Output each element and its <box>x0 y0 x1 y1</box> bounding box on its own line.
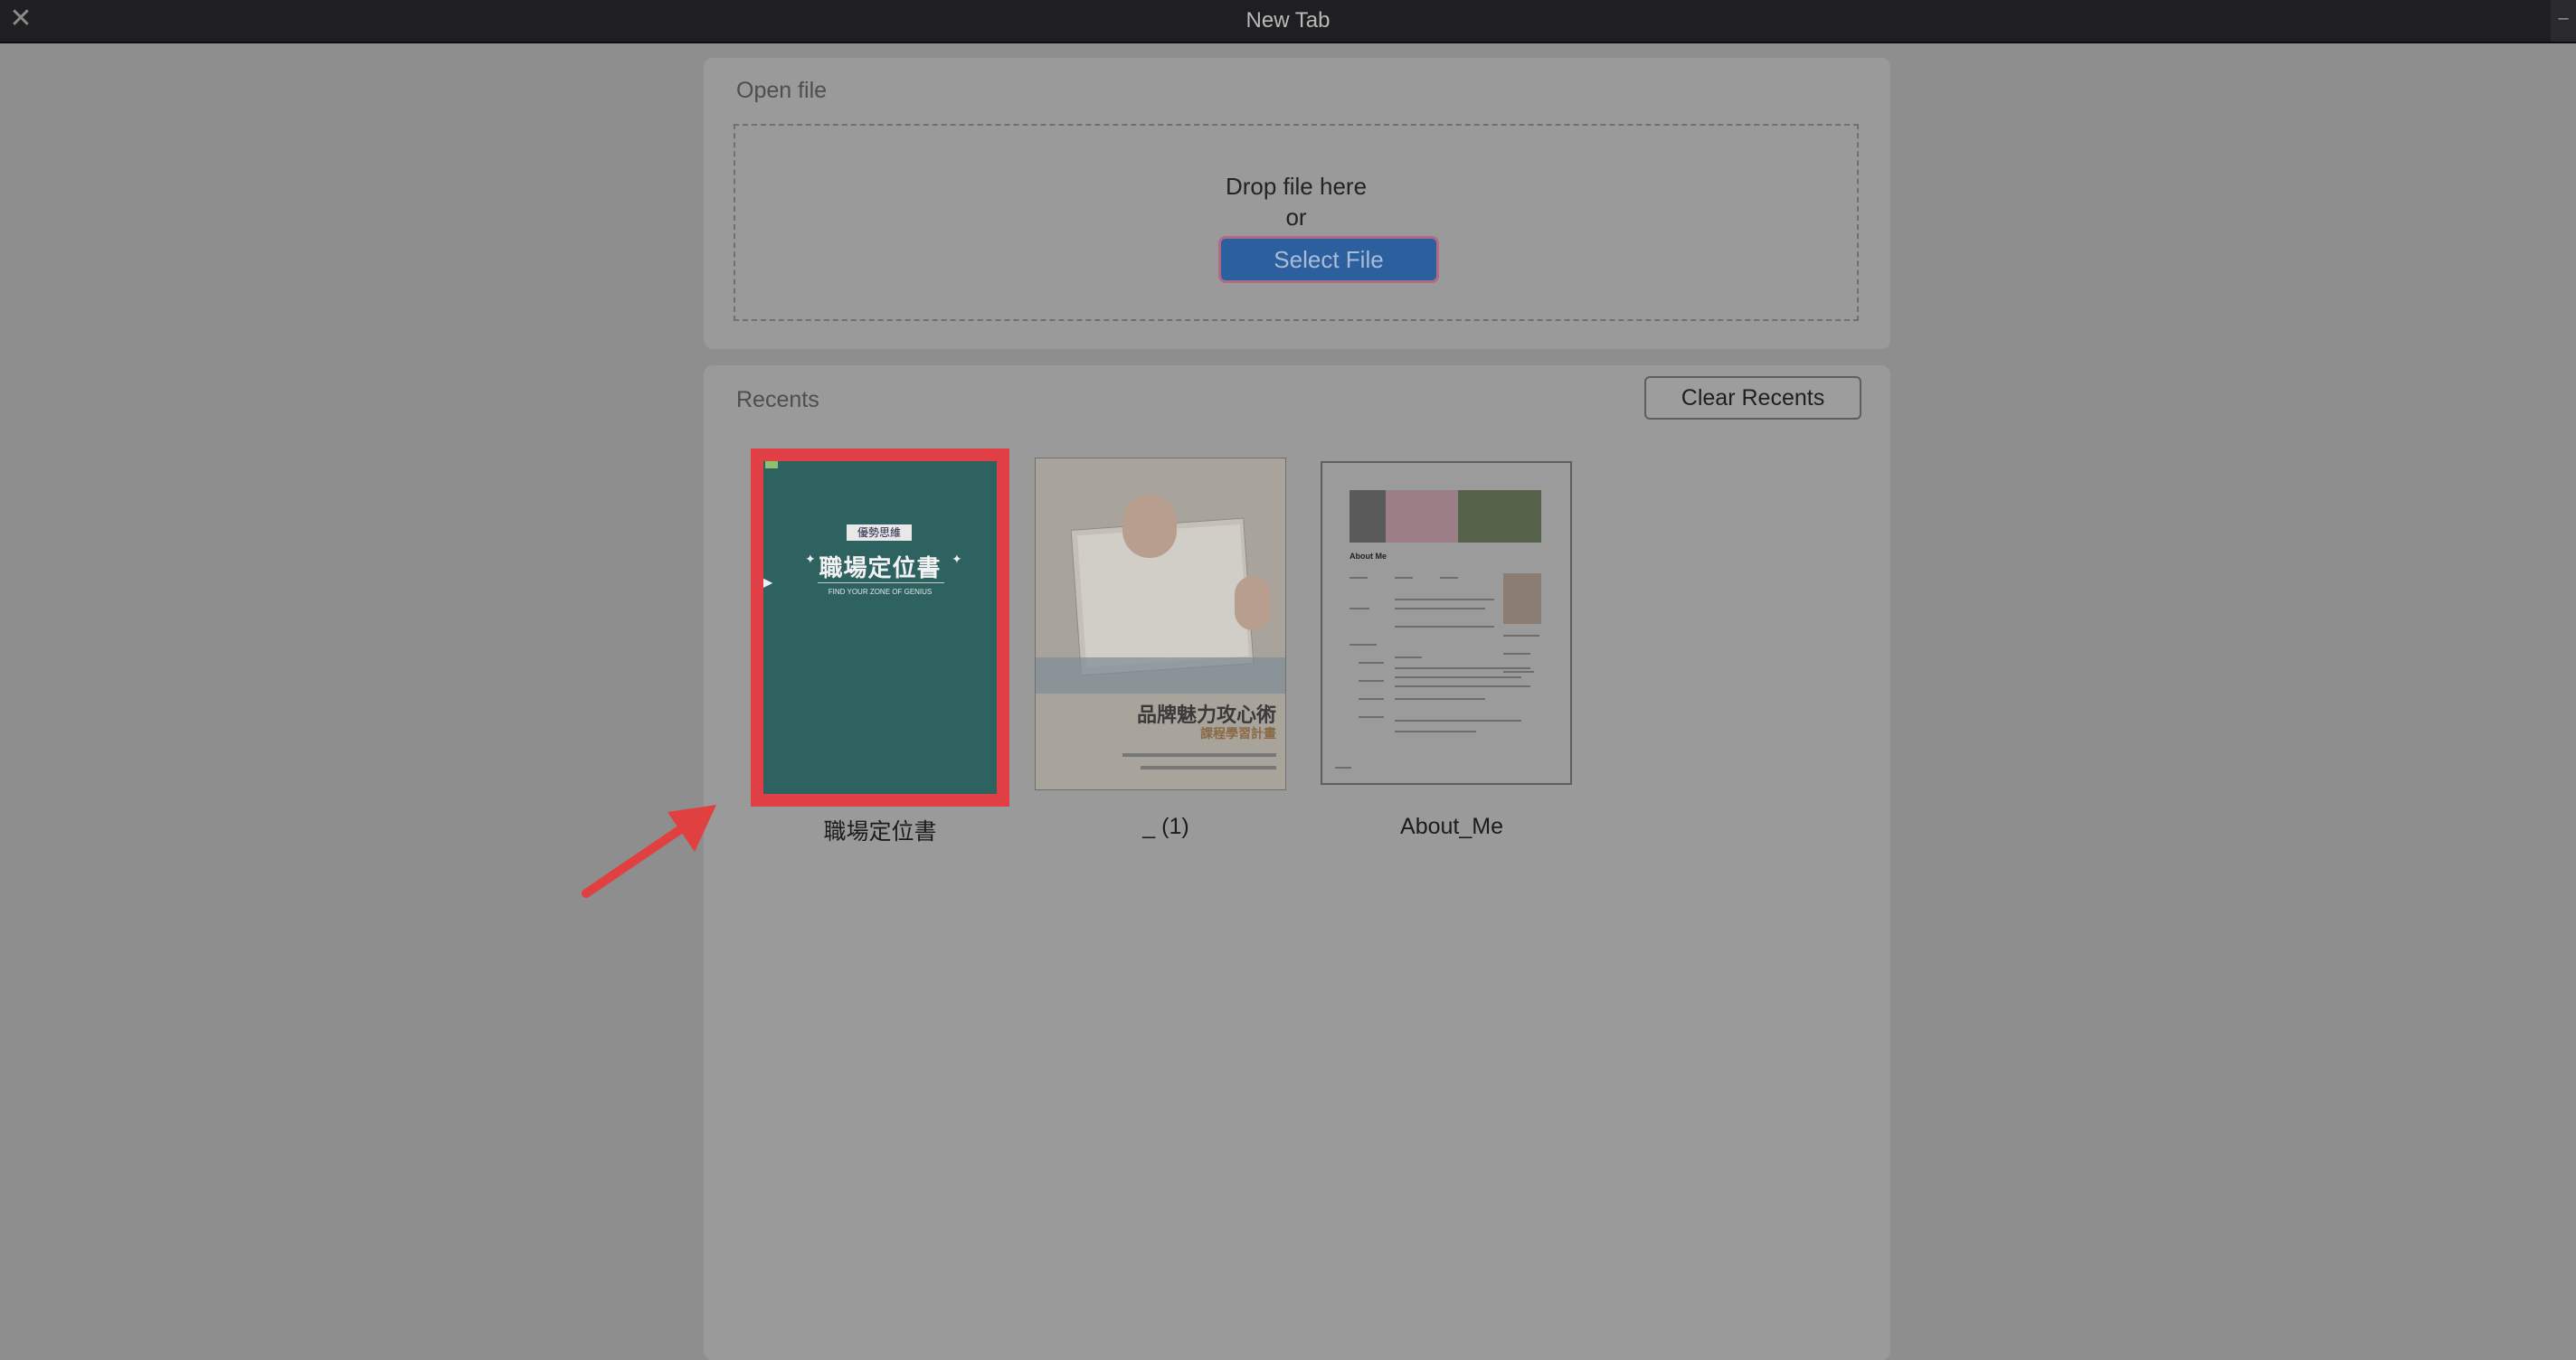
thumbnail-corner-mark <box>765 461 778 468</box>
text-line <box>1395 676 1521 678</box>
text-line <box>1395 608 1485 609</box>
text-line <box>1395 698 1485 700</box>
clear-recents-button[interactable]: Clear Recents <box>1644 376 1861 420</box>
text-line <box>1350 608 1369 609</box>
text-line <box>1440 577 1458 579</box>
cover-text-line <box>1141 766 1276 770</box>
recent-file-item[interactable]: About Me About_Me <box>1321 449 1583 864</box>
profile-photo <box>1503 573 1541 624</box>
recent-file-label[interactable]: _ (1) <box>1035 814 1297 840</box>
text-line <box>1395 685 1530 687</box>
text-line <box>1359 716 1384 718</box>
play-marker-icon: ▶ <box>762 575 773 590</box>
file-thumbnail[interactable]: About Me <box>1321 461 1572 785</box>
recent-file-item[interactable]: 優勢思維 ✦ 職場定位書 ✦ FIND YOUR ZONE OF GENIUS … <box>749 449 1011 864</box>
window-title: New Tab <box>1245 8 1331 33</box>
or-text: or <box>1285 203 1307 231</box>
recent-file-item[interactable]: 品牌魅力攻心術 課程學習計畫 _ (1) <box>1035 449 1297 864</box>
text-line <box>1503 671 1534 673</box>
open-file-panel: Open file Drop file here or Select File <box>704 58 1890 349</box>
cover-text-line <box>1122 753 1276 757</box>
fabric-image <box>1036 657 1285 694</box>
recent-file-label[interactable]: 職場定位書 <box>749 814 1011 846</box>
text-line <box>1395 577 1413 579</box>
cover-subtitle: FIND YOUR ZONE OF GENIUS <box>828 588 933 596</box>
text-line <box>1359 698 1384 700</box>
text-line <box>1395 599 1494 600</box>
recents-heading: Recents <box>736 387 819 412</box>
text-line <box>1359 662 1384 664</box>
text-line <box>1395 731 1476 732</box>
text-line <box>1395 656 1422 658</box>
text-line <box>1359 680 1384 682</box>
text-line <box>1350 577 1368 579</box>
file-thumbnail[interactable]: 品牌魅力攻心術 課程學習計畫 <box>1035 458 1286 790</box>
text-line <box>1335 767 1351 769</box>
recents-panel: Recents Clear Recents 優勢思維 ✦ 職場定位書 ✦ FIN… <box>704 365 1890 1360</box>
recent-file-label[interactable]: About_Me <box>1321 814 1583 840</box>
hand-image <box>1235 576 1271 630</box>
hand-image <box>1122 495 1177 558</box>
text-line <box>1350 644 1377 646</box>
file-thumbnail[interactable]: 優勢思維 ✦ 職場定位書 ✦ FIND YOUR ZONE OF GENIUS … <box>751 449 1009 807</box>
cover-divider <box>818 582 944 583</box>
arrow-annotation-icon <box>582 805 716 898</box>
drop-file-text: Drop file here <box>1225 173 1368 200</box>
text-line <box>1395 720 1521 722</box>
cover-title: About Me <box>1350 552 1387 561</box>
banner-image <box>1350 490 1541 543</box>
sparkle-icon: ✦ <box>952 552 962 566</box>
text-line <box>1503 653 1530 655</box>
open-file-heading: Open file <box>736 78 828 103</box>
title-bar: ✕ New Tab – <box>0 0 2576 43</box>
text-line <box>1395 626 1494 628</box>
cover-badge: 優勢思維 <box>847 524 912 541</box>
window-corner-control[interactable]: – <box>2551 0 2576 42</box>
cover-subtitle: 課程學習計畫 <box>1200 726 1276 741</box>
text-line <box>1395 667 1530 669</box>
text-line <box>1503 635 1539 637</box>
file-drop-zone[interactable]: Drop file here or Select File <box>734 124 1859 321</box>
select-file-button[interactable]: Select File <box>1218 236 1439 283</box>
